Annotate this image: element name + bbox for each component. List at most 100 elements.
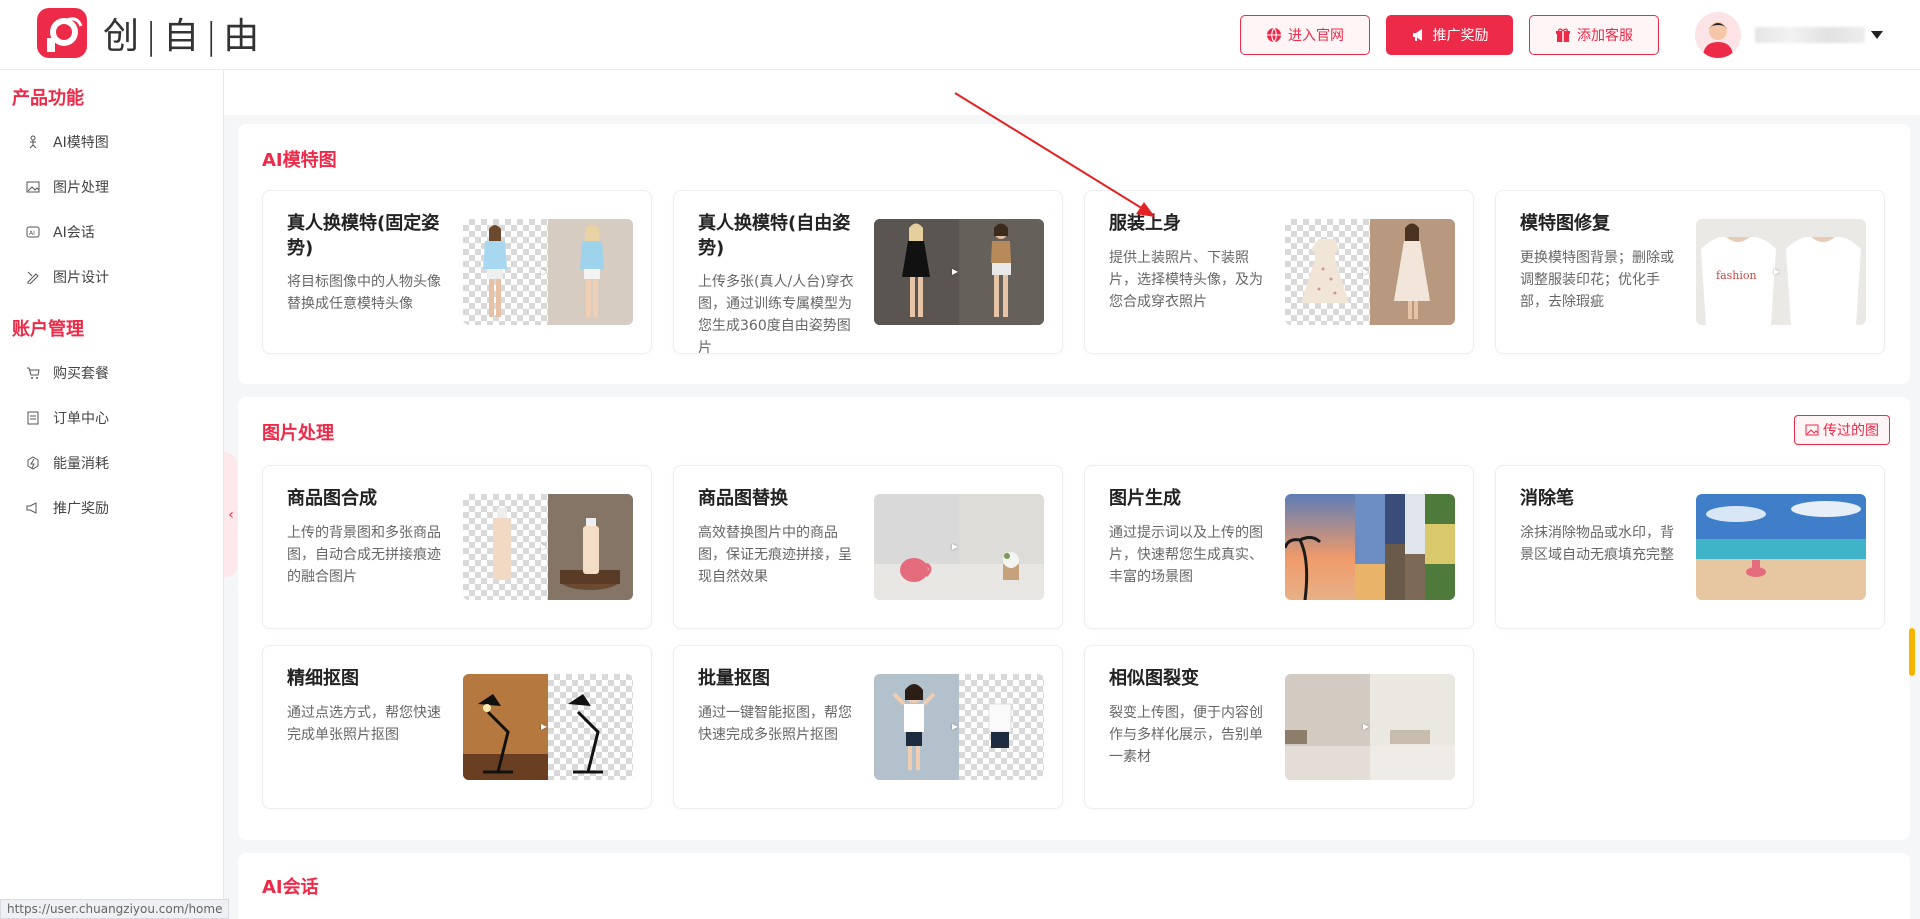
logo-text: 创|自|由 [103, 16, 266, 57]
scroll-indicator[interactable] [1909, 628, 1915, 676]
card-preview-image [1285, 494, 1455, 600]
card-model-image-repair[interactable]: 模特图修复 更换模特图背景；删除或调整服装印花；优化手部，去除瑕疵 fashio… [1495, 190, 1885, 354]
card-product-replace[interactable]: 商品图替换 高效替换图片中的商品图，保证无痕迹拼接，呈现自然效果 ▸ [673, 465, 1063, 629]
uploaded-images-label: 传过的图 [1823, 423, 1879, 439]
megaphone-icon [1412, 29, 1422, 41]
sidebar-item-buy-package[interactable]: 购买套餐 [26, 362, 109, 384]
megaphone-icon [26, 502, 37, 514]
sidebar-item-energy[interactable]: 能量消耗 [26, 452, 109, 474]
card-preview-image: ▸ [874, 494, 1044, 600]
arrow-right-icon: ▸ [1363, 264, 1370, 278]
card-image-generation[interactable]: 图片生成 通过提示词以及上传的图片，快速帮您生成真实、丰富的场景图 [1084, 465, 1474, 629]
card-title: 真人换模特(固定姿势) [287, 213, 440, 259]
card-description: 上传多张(真人/人台)穿衣图，通过训练专属模型为您生成360度自由姿势图片 [698, 274, 854, 356]
uploaded-images-button[interactable]: 传过的图 [1794, 415, 1890, 445]
card-description: 通过提示词以及上传的图片，快速帮您生成真实、丰富的场景图 [1109, 525, 1263, 585]
card-similar-image-fission[interactable]: 相似图裂变 裂变上传图，便于内容创作与多样化展示，告别单一素材 ▸ [1084, 645, 1474, 809]
username-blurred [1755, 27, 1865, 43]
chevron-down-icon[interactable] [1871, 31, 1883, 39]
card-title: 商品图合成 [287, 488, 377, 509]
card-title: 图片生成 [1109, 488, 1181, 509]
card-description: 更换模特图背景；删除或调整服装印花；优化手部，去除瑕疵 [1520, 250, 1674, 310]
official-site-button[interactable]: 进入官网 [1240, 15, 1370, 55]
sidebar-section-account: 账户管理 [12, 319, 84, 340]
card-title: 精细抠图 [287, 668, 359, 689]
promotion-reward-button[interactable]: 推广奖励 [1386, 15, 1513, 55]
card-description: 涂抹消除物品或水印，背景区域自动无痕填充完整 [1520, 525, 1674, 563]
logo-mark-icon [37, 8, 87, 58]
card-title: 模特图修复 [1520, 213, 1610, 234]
design-icon [27, 271, 39, 284]
sidebar-item-ai-model[interactable]: AI模特图 [26, 131, 109, 153]
sidebar-item-label: AI会话 [53, 225, 95, 241]
card-preview-image: ▸ [463, 674, 633, 780]
avatar [1695, 12, 1741, 58]
gift-icon [1556, 28, 1570, 42]
add-support-button[interactable]: 添加客服 [1529, 15, 1659, 55]
sidebar-item-label: 能量消耗 [53, 456, 109, 472]
sidebar-item-label: 订单中心 [53, 411, 109, 427]
card-clothing-on-model[interactable]: 服装上身 提供上装照片、下装照片，选择模特头像，及为您合成穿衣照片 ▸ [1084, 190, 1474, 354]
panel-image-processing: 图片处理 传过的图 商品图合成 上传的背景图和多张商品图，自动合成无拼接痕迹的融… [238, 397, 1910, 840]
add-support-label: 添加客服 [1577, 28, 1633, 44]
sidebar-item-label: 图片设计 [53, 270, 109, 286]
model-icon [29, 135, 37, 149]
sidebar-item-image-processing[interactable]: 图片处理 [26, 176, 109, 198]
svg-text:AI: AI [29, 230, 35, 237]
sidebar-item-label: 购买套餐 [53, 366, 109, 382]
card-batch-cutout[interactable]: 批量抠图 通过一键智能抠图，帮您快速完成多张照片抠图 ▸ [673, 645, 1063, 809]
card-product-composite[interactable]: 商品图合成 上传的背景图和多张商品图，自动合成无拼接痕迹的融合图片 ▸ [262, 465, 652, 629]
card-title: 消除笔 [1520, 488, 1574, 509]
logo[interactable]: 创|自|由 [37, 7, 265, 59]
sidebar-item-image-design[interactable]: 图片设计 [26, 266, 109, 288]
card-description: 将目标图像中的人物头像替换成任意模特头像 [287, 274, 441, 312]
arrow-right-icon: ▸ [1774, 264, 1781, 278]
sidebar-collapse-toggle[interactable]: ‹ [224, 452, 238, 578]
arrow-right-icon: ▸ [541, 539, 548, 553]
sidebar-section-product: 产品功能 [12, 88, 84, 109]
card-description: 提供上装照片、下装照片，选择模特头像，及为您合成穿衣照片 [1109, 250, 1263, 310]
sidebar-item-label: 图片处理 [53, 180, 109, 196]
sidebar-item-label: AI模特图 [53, 135, 109, 151]
panel-ai-chat: AI会话 [238, 853, 1910, 919]
energy-icon [27, 456, 39, 470]
sidebar-item-ai-chat[interactable]: AI AI会话 [26, 221, 95, 243]
arrow-right-icon: ▸ [541, 719, 548, 733]
image-icon [1805, 424, 1819, 436]
content-top-strip [224, 70, 1920, 115]
order-icon [27, 411, 39, 425]
card-preview-image: ▸ [463, 494, 633, 600]
panel-title: AI模特图 [262, 150, 337, 171]
arrow-right-icon: ▸ [952, 719, 959, 733]
panel-title: AI会话 [262, 877, 319, 898]
user-menu[interactable] [1695, 12, 1883, 58]
sidebar-item-order-center[interactable]: 订单中心 [26, 407, 109, 429]
card-real-person-fixed-pose[interactable]: 真人换模特(固定姿势) 将目标图像中的人物头像替换成任意模特头像 ▸ [262, 190, 652, 354]
card-description: 高效替换图片中的商品图，保证无痕迹拼接，呈现自然效果 [698, 525, 852, 585]
ai-chat-icon: AI [26, 226, 40, 238]
status-bar-url: https://user.chuangziyou.com/home [0, 899, 230, 919]
official-site-label: 进入官网 [1288, 28, 1344, 44]
sidebar-item-label: 推广奖励 [53, 501, 109, 517]
cart-icon [27, 367, 40, 379]
card-title: 相似图裂变 [1109, 668, 1199, 689]
arrow-right-icon: ▸ [952, 264, 959, 278]
card-fine-cutout[interactable]: 精细抠图 通过点选方式，帮您快速完成单张照片抠图 ▸ [262, 645, 652, 809]
arrow-right-icon: ▸ [952, 539, 959, 553]
card-title: 批量抠图 [698, 668, 770, 689]
card-preview-image [1696, 494, 1866, 600]
svg-text:fashion: fashion [1716, 269, 1757, 282]
card-preview-image: ▸ [874, 219, 1044, 325]
sidebar: 产品功能 AI模特图 图片处理 AI AI会话 图片设计 账户管理 购买套餐 订… [0, 70, 224, 919]
card-title: 商品图替换 [698, 488, 788, 509]
card-preview-image: ▸ [463, 219, 633, 325]
card-description: 通过点选方式，帮您快速完成单张照片抠图 [287, 705, 441, 743]
card-title: 服装上身 [1109, 213, 1181, 234]
card-description: 裂变上传图，便于内容创作与多样化展示，告别单一素材 [1109, 705, 1263, 765]
card-real-person-free-pose[interactable]: 真人换模特(自由姿势) 上传多张(真人/人台)穿衣图，通过训练专属模型为您生成3… [673, 190, 1063, 356]
sidebar-item-promotion[interactable]: 推广奖励 [26, 497, 109, 519]
card-title: 真人换模特(自由姿势) [698, 213, 851, 259]
promotion-reward-label: 推广奖励 [1432, 28, 1489, 44]
card-eraser-pen[interactable]: 消除笔 涂抹消除物品或水印，背景区域自动无痕填充完整 [1495, 465, 1885, 629]
arrow-right-icon: ▸ [1363, 719, 1370, 733]
